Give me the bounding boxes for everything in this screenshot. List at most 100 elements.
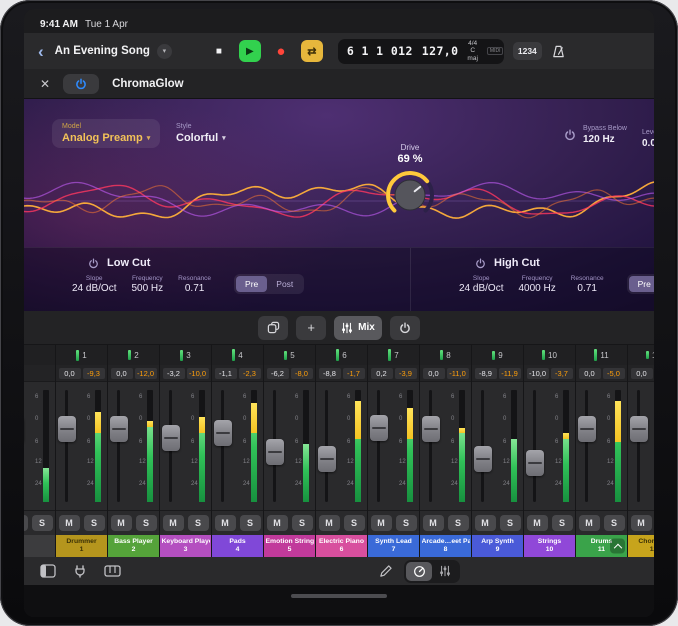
channel-power-button[interactable] <box>390 316 420 340</box>
track-label[interactable]: Drummer 1 <box>56 535 107 557</box>
mute-button[interactable]: M <box>527 515 548 531</box>
fader-handle[interactable] <box>214 420 232 446</box>
close-plugin-button[interactable]: ✕ <box>40 77 50 91</box>
mute-button[interactable]: M <box>371 515 392 531</box>
pre-segment[interactable]: Pre <box>629 276 654 292</box>
low-cut-slope[interactable]: Slope 24 dB/Oct <box>72 275 116 294</box>
solo-button[interactable]: S <box>32 515 53 531</box>
volume-fader[interactable] <box>221 390 224 502</box>
track-label[interactable] <box>24 535 55 557</box>
stop-button[interactable]: ■ <box>208 40 230 62</box>
bypass-below-control[interactable]: Bypass Below 120 Hz <box>564 125 627 145</box>
post-segment[interactable]: Post <box>267 276 302 292</box>
fader-handle[interactable] <box>318 446 336 472</box>
browser-button[interactable] <box>40 564 56 578</box>
mute-button[interactable]: M <box>215 515 236 531</box>
solo-button[interactable]: S <box>240 515 261 531</box>
low-cut-power-button[interactable] <box>88 258 99 269</box>
solo-button[interactable]: S <box>188 515 209 531</box>
volume-fader[interactable] <box>585 390 588 502</box>
track-label[interactable]: Synth Lead 7 <box>368 535 419 557</box>
track-label[interactable]: Keyboard Player 3 <box>160 535 211 557</box>
mute-button[interactable]: M <box>267 515 288 531</box>
low-cut-resonance[interactable]: Resonance 0.71 <box>178 275 211 294</box>
collapse-stack-button[interactable] <box>610 539 625 554</box>
pre-segment[interactable]: Pre <box>236 276 267 292</box>
track-label[interactable]: Arcade…eet Pad 8 <box>420 535 471 557</box>
mute-button[interactable]: M <box>59 515 80 531</box>
track-label[interactable]: Chorus V 12 <box>628 535 654 557</box>
track-label[interactable]: Strings 10 <box>524 535 575 557</box>
metronome-button[interactable] <box>551 44 566 59</box>
solo-button[interactable]: S <box>604 515 625 531</box>
model-dropdown[interactable]: Model Analog Preamp▾ <box>52 119 160 148</box>
volume-fader[interactable] <box>117 390 120 502</box>
song-menu-button[interactable]: ▾ <box>157 44 172 59</box>
fader-handle[interactable] <box>422 416 440 442</box>
home-indicator[interactable] <box>291 594 387 598</box>
fader-handle[interactable] <box>630 416 648 442</box>
add-track-button[interactable]: + <box>296 316 326 340</box>
solo-button[interactable]: S <box>552 515 573 531</box>
cycle-button[interactable]: ⇄ <box>301 40 323 62</box>
edit-button[interactable] <box>379 565 392 578</box>
fader-handle[interactable] <box>110 416 128 442</box>
volume-fader[interactable] <box>481 390 484 502</box>
high-cut-frequency[interactable]: Frequency 4000 Hz <box>518 275 555 294</box>
fader-handle[interactable] <box>578 416 596 442</box>
faders-view-button[interactable] <box>432 562 458 581</box>
back-chevron-icon[interactable]: ‹ <box>38 43 44 60</box>
fader-handle[interactable] <box>162 425 180 451</box>
drive-control[interactable]: Drive 69 % <box>380 143 440 228</box>
fader-handle[interactable] <box>526 450 544 476</box>
volume-fader[interactable] <box>169 390 172 502</box>
fader-handle[interactable] <box>370 415 388 441</box>
drive-knob[interactable] <box>382 167 438 223</box>
style-dropdown[interactable]: Style Colorful▾ <box>176 123 226 144</box>
plugins-button[interactable] <box>73 564 87 578</box>
count-in-button[interactable]: 1234 <box>513 42 542 60</box>
fader-handle[interactable] <box>58 416 76 442</box>
solo-button[interactable]: S <box>448 515 469 531</box>
level-control[interactable]: Level 0.0 <box>642 129 654 149</box>
mute-button[interactable]: M <box>579 515 600 531</box>
knob-view-button[interactable] <box>406 562 432 581</box>
track-label[interactable]: Emotion Strings 5 <box>264 535 315 557</box>
play-button[interactable]: ▶ <box>239 40 261 62</box>
volume-fader[interactable] <box>377 390 380 502</box>
track-label[interactable]: Bass Player 2 <box>108 535 159 557</box>
record-button[interactable]: ● <box>270 40 292 62</box>
fader-handle[interactable] <box>474 446 492 472</box>
lcd-display[interactable]: 6 1 1 012 127,0 4/4 C maj MIDI <box>338 39 504 64</box>
high-cut-power-button[interactable] <box>475 258 486 269</box>
song-title[interactable]: An Evening Song <box>55 45 150 57</box>
high-cut-resonance[interactable]: Resonance 0.71 <box>571 275 604 294</box>
volume-fader[interactable] <box>429 390 432 502</box>
volume-fader[interactable] <box>533 390 536 502</box>
mute-button[interactable]: M <box>475 515 496 531</box>
mute-button[interactable]: M <box>111 515 132 531</box>
mute-button[interactable]: M <box>163 515 184 531</box>
solo-button[interactable]: S <box>344 515 365 531</box>
duplicate-button[interactable] <box>258 316 288 340</box>
track-label[interactable]: Electric Piano 6 <box>316 535 367 557</box>
plugin-power-button[interactable] <box>63 74 99 94</box>
solo-button[interactable]: S <box>396 515 417 531</box>
mute-button[interactable]: M <box>631 515 652 531</box>
mix-view-button[interactable]: Mix <box>334 316 382 340</box>
mute-button[interactable]: M <box>319 515 340 531</box>
solo-button[interactable]: S <box>292 515 313 531</box>
mute-button[interactable]: M <box>24 515 28 531</box>
volume-fader[interactable] <box>325 390 328 502</box>
fader-handle[interactable] <box>266 439 284 465</box>
high-cut-slope[interactable]: Slope 24 dB/Oct <box>459 275 503 294</box>
track-label[interactable]: Pads 4 <box>212 535 263 557</box>
volume-fader[interactable] <box>273 390 276 502</box>
solo-button[interactable]: S <box>84 515 105 531</box>
volume-fader[interactable] <box>65 390 68 502</box>
volume-fader[interactable] <box>637 390 640 502</box>
track-label[interactable]: Drums 11 <box>576 535 627 557</box>
solo-button[interactable]: S <box>136 515 157 531</box>
mute-button[interactable]: M <box>423 515 444 531</box>
low-cut-frequency[interactable]: Frequency 500 Hz <box>131 275 163 294</box>
